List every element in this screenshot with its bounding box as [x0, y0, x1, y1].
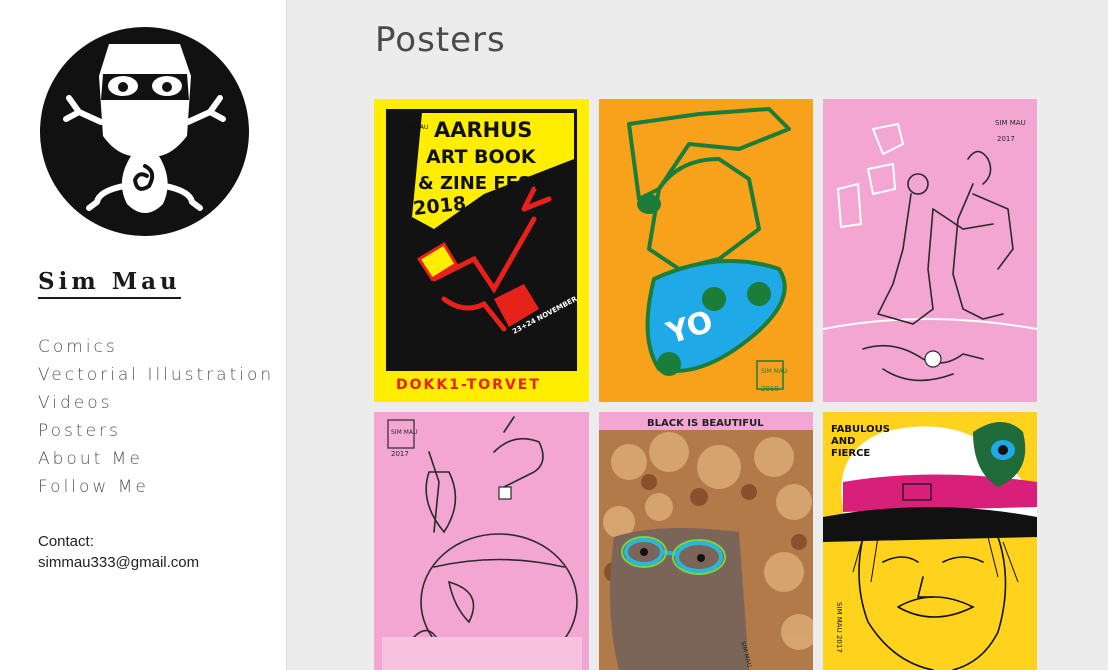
- poster-grid: AARHUS ART BOOK & ZINE FEST 2018 23+24 N…: [374, 99, 1037, 670]
- nav-item-follow-me[interactable]: Follow Me: [38, 473, 274, 501]
- poster-tile-fabulous-fierce[interactable]: FABULOUS AND FIERCE SIM MAU 2017: [823, 412, 1037, 670]
- nav-item-vectorial-illustration[interactable]: Vectorial Illustration: [38, 361, 274, 389]
- contact-email-link[interactable]: simmau333@gmail.com: [38, 554, 199, 571]
- poster-signature: SIM MAU: [402, 124, 428, 131]
- poster-year: 2019: [761, 385, 779, 393]
- poster-signature: SIM MAU: [995, 119, 1026, 127]
- nav-item-comics[interactable]: Comics: [38, 333, 274, 361]
- couple-illustration-poster-icon: SIM MAU 2017: [823, 99, 1037, 402]
- fabulous-and-fierce-poster-icon: FABULOUS AND FIERCE SIM MAU 2017: [823, 412, 1037, 670]
- nav-item-videos[interactable]: Videos: [38, 389, 274, 417]
- poster-line-1: AARHUS: [434, 118, 532, 142]
- poster-caption-line-2: AND: [831, 436, 855, 447]
- black-is-beautiful-poster-icon: BLACK IS BEAUTIFUL SIM MAU: [599, 412, 813, 670]
- poster-year: 2017: [997, 135, 1015, 143]
- poster-footer: DOKK1-TORVET: [396, 377, 541, 393]
- poster-tile-black-is-beautiful[interactable]: BLACK IS BEAUTIFUL SIM MAU: [599, 412, 813, 670]
- poster-caption: BLACK IS BEAUTIFUL: [647, 418, 764, 429]
- poster-line-3: & ZINE FEST: [418, 173, 544, 194]
- poster-signature: SIM MAU: [761, 368, 787, 375]
- poster-caption-line-1: FABULOUS: [831, 424, 890, 435]
- poster-tile-skateboarder[interactable]: YO SIM MAU 2019: [599, 99, 813, 402]
- poster-tile-fishbowl[interactable]: SIM MAU 2017: [374, 412, 589, 670]
- contact-block: Contact: simmau333@gmail.com: [38, 531, 199, 573]
- contact-label: Contact:: [38, 533, 94, 550]
- aarhus-art-book-poster-icon: AARHUS ART BOOK & ZINE FEST 2018 23+24 N…: [374, 99, 589, 402]
- poster-year: 2017: [391, 450, 409, 458]
- nav-item-posters[interactable]: Posters: [38, 417, 274, 445]
- poster-line-2: ART BOOK: [426, 146, 537, 168]
- sidebar: Sim Mau Comics Vectorial Illustration Vi…: [0, 0, 287, 670]
- poster-signature: SIM MAU: [391, 429, 417, 436]
- poster-tile-couple[interactable]: SIM MAU 2017: [823, 99, 1037, 402]
- fishbowl-flower-poster-icon: SIM MAU 2017: [374, 412, 589, 670]
- main-nav: Comics Vectorial Illustration Videos Pos…: [38, 333, 274, 501]
- poster-tile-aarhus[interactable]: AARHUS ART BOOK & ZINE FEST 2018 23+24 N…: [374, 99, 589, 402]
- logo-icon[interactable]: [39, 26, 250, 237]
- skateboarder-yo-poster-icon: YO SIM MAU 2019: [599, 99, 813, 402]
- nav-item-about-me[interactable]: About Me: [38, 445, 274, 473]
- poster-signature: SIM MAU 2017: [835, 602, 843, 653]
- site-title[interactable]: Sim Mau: [38, 268, 181, 299]
- poster-caption-line-3: FIERCE: [831, 448, 870, 459]
- page-title: Posters: [375, 20, 506, 60]
